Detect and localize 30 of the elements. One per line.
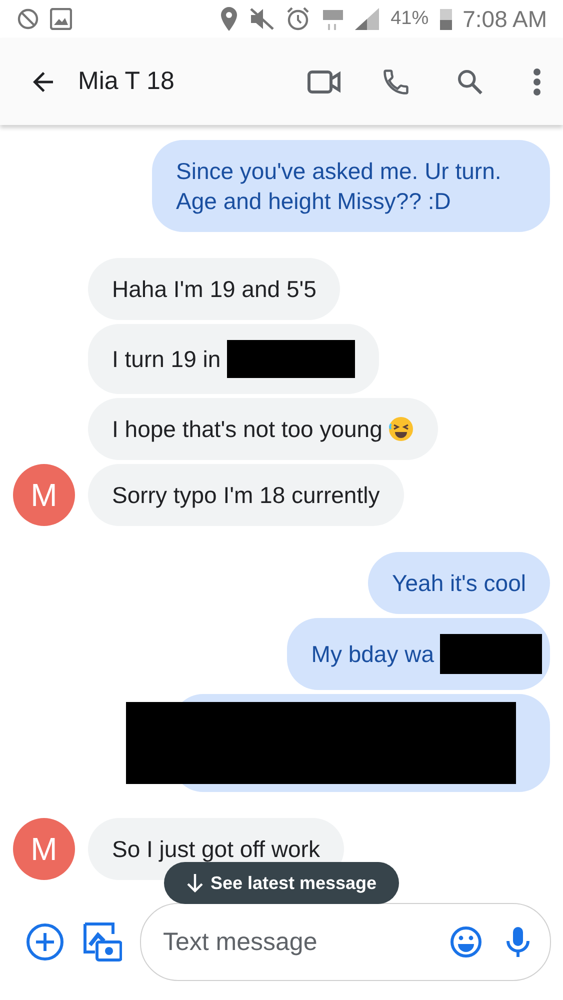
alarm-icon xyxy=(284,6,311,32)
more-icon[interactable] xyxy=(533,68,541,96)
message-text: Since you've asked me. Ur turn. Age and height Missy?? :D xyxy=(176,157,502,216)
emoji-icon[interactable] xyxy=(450,926,482,958)
contact-avatar: M xyxy=(13,818,75,880)
message-field[interactable]: Text message xyxy=(140,903,551,981)
message-text: So I just got off work xyxy=(112,835,320,864)
block-icon xyxy=(16,7,40,31)
gallery-camera-icon[interactable] xyxy=(82,921,122,963)
message-text: My bday wa xyxy=(311,640,434,669)
video-call-icon[interactable] xyxy=(307,68,341,94)
image-icon xyxy=(50,8,72,30)
contact-avatar: M xyxy=(13,464,75,526)
clock: 7:08 AM xyxy=(462,6,547,32)
battery-percent: 41% xyxy=(390,8,429,30)
add-icon[interactable] xyxy=(26,923,64,961)
message-input[interactable]: Text message xyxy=(161,926,426,958)
message-text: Haha I'm 19 and 5'5 xyxy=(112,275,316,304)
location-icon xyxy=(218,6,239,32)
message-text: I turn 19 in xyxy=(112,345,221,374)
message-text: Yeah it's cool xyxy=(392,569,526,598)
message-text: Sorry typo I'm 18 currently xyxy=(112,481,380,510)
contact-name: Mia T 18 xyxy=(78,67,176,96)
see-latest-button[interactable]: See latest message xyxy=(164,862,399,904)
microphone-icon[interactable] xyxy=(506,926,530,958)
arrow-down-icon xyxy=(186,873,204,893)
battery-icon xyxy=(438,7,453,31)
phone-icon[interactable] xyxy=(381,66,411,96)
message-text: I hope that's not too young xyxy=(112,415,382,444)
mute-icon xyxy=(248,7,275,31)
